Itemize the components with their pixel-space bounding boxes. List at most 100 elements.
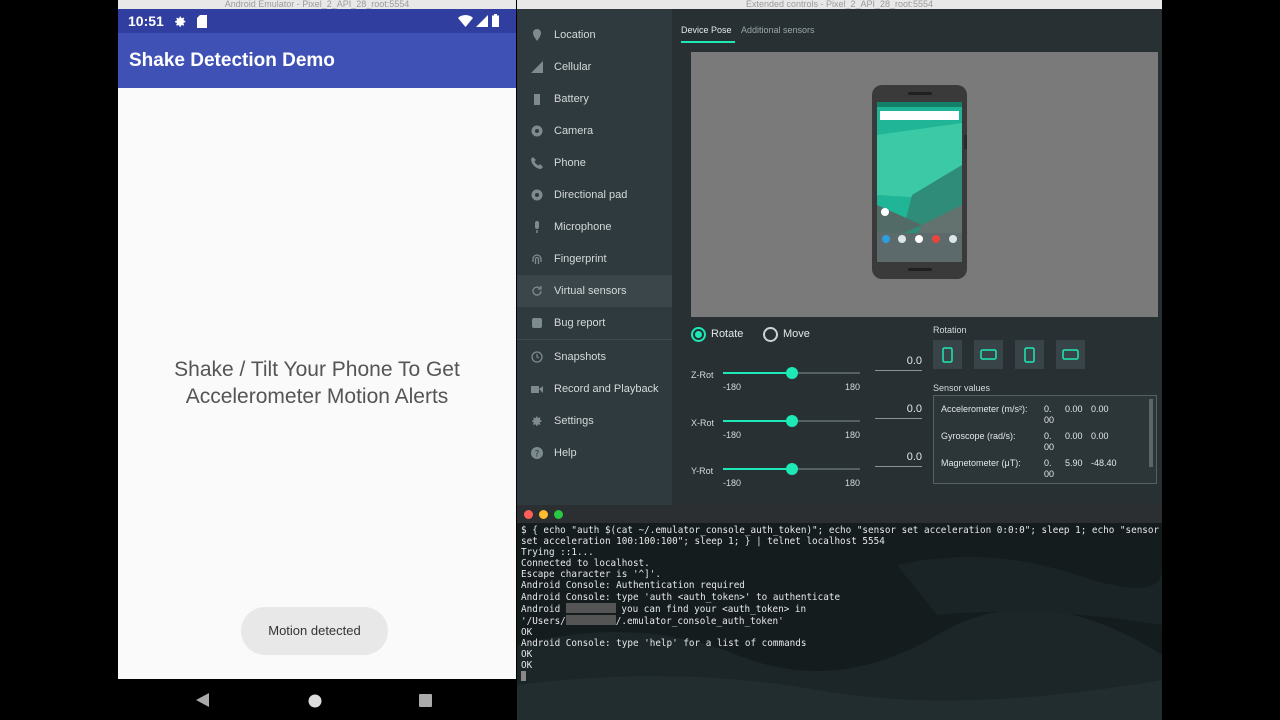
sensor-value-x: 0. xyxy=(1044,458,1052,468)
slider-thumb[interactable] xyxy=(785,367,798,379)
navigation-bar xyxy=(118,679,516,720)
sidebar-item-fingerprint[interactable]: Fingerprint xyxy=(517,243,672,275)
sidebar-item-battery[interactable]: Battery xyxy=(517,83,672,115)
rotate-portrait-button[interactable] xyxy=(933,340,962,369)
app-bar: Shake Detection Demo xyxy=(118,33,516,88)
android-emulator-window: Android Emulator - Pixel_2_API_28_root:5… xyxy=(118,0,516,720)
terminal-line-redacted: '/Users/ /.emulator_console_auth_token' xyxy=(521,614,1161,627)
video-icon xyxy=(531,386,543,393)
sd-card-icon xyxy=(197,15,207,28)
slider-label: Y-Rot xyxy=(691,466,714,476)
active-tab-indicator xyxy=(681,41,735,43)
sidebar-item-settings[interactable]: Settings xyxy=(517,405,672,437)
rotate-reverse-landscape-button[interactable] xyxy=(1056,340,1085,369)
sensor-value-x: 0. xyxy=(1044,431,1052,441)
sidebar-item-bug-report[interactable]: Bug report xyxy=(517,307,672,339)
sidebar-item-label: Snapshots xyxy=(554,351,606,363)
z-rot-slider[interactable] xyxy=(723,367,860,379)
sidebar-item-phone[interactable]: Phone xyxy=(517,147,672,179)
sidebar-item-directional-pad[interactable]: Directional pad xyxy=(517,179,672,211)
instruction-line-2: Accelerometer Motion Alerts xyxy=(185,385,449,408)
back-icon[interactable] xyxy=(196,693,209,707)
sensor-value-y: 5.90 xyxy=(1065,458,1083,468)
slider-thumb[interactable] xyxy=(785,415,798,427)
tab-device-pose[interactable]: Device Pose xyxy=(681,25,732,35)
sensor-value-y: 0.00 xyxy=(1065,431,1083,441)
sidebar-item-label: Phone xyxy=(554,157,586,169)
sidebar-item-label: Bug report xyxy=(554,317,606,329)
slider-thumb[interactable] xyxy=(785,463,798,475)
z-rot-value-field[interactable]: 0.0 xyxy=(875,355,922,371)
sensor-value-z: 0.00 xyxy=(1091,431,1109,441)
sidebar-item-record-and-playback[interactable]: Record and Playback xyxy=(517,373,672,405)
gear-icon xyxy=(175,16,186,27)
sensor-values-scrollbar[interactable] xyxy=(1149,399,1153,467)
radio-selected-indicator xyxy=(691,327,706,342)
virtual-sensors-panel: Device Pose Additional sensors Rotate Mo… xyxy=(672,9,1162,505)
rotate-reverse-portrait-button[interactable] xyxy=(1015,340,1044,369)
terminal-line: OK xyxy=(521,626,533,638)
terminal-output[interactable]: $ { echo "auth $(cat ~/.emulator_console… xyxy=(521,525,1161,682)
zoom-window-button[interactable] xyxy=(554,510,563,519)
help-icon: ? xyxy=(531,447,543,459)
recents-icon[interactable] xyxy=(419,694,432,707)
tab-additional-sensors[interactable]: Additional sensors xyxy=(741,25,815,35)
terminal-line: Android Console: type 'help' for a list … xyxy=(521,637,807,649)
history-icon xyxy=(531,351,543,363)
sidebar-item-camera[interactable]: Camera xyxy=(517,115,672,147)
device-pose-viewport[interactable] xyxy=(691,52,1158,317)
battery-icon xyxy=(492,14,499,27)
extended-controls-window: Extended controls - Pixel_2_API_28_root:… xyxy=(517,0,1162,505)
y-rot-value-field[interactable]: 0.0 xyxy=(875,451,922,467)
slider-min-label: -180 xyxy=(723,430,742,440)
sidebar-item-label: Microphone xyxy=(554,221,612,233)
sensor-name: Accelerometer (m/s²): xyxy=(941,404,1028,414)
terminal-line: $ { echo "auth $(cat ~/.emulator_console… xyxy=(521,525,1160,536)
terminal-window: $ { echo "auth $(cat ~/.emulator_console… xyxy=(517,505,1162,720)
slider-max-label: 180 xyxy=(845,478,861,488)
slider-max-label: 180 xyxy=(845,382,861,392)
sidebar-item-virtual-sensors[interactable]: Virtual sensors xyxy=(517,275,672,307)
sidebar-item-help[interactable]: ? Help xyxy=(517,437,672,469)
location-pin-icon xyxy=(533,29,541,41)
x-rot-slider[interactable] xyxy=(723,415,860,427)
dpad-icon xyxy=(531,189,543,201)
terminal-line: OK xyxy=(521,649,533,661)
sensor-value-x-cont: 00 xyxy=(1044,469,1055,479)
radio-unselected-indicator xyxy=(763,327,778,342)
sidebar-item-snapshots[interactable]: Snapshots xyxy=(517,341,672,373)
sensor-name: Gyroscope (rad/s): xyxy=(941,431,1016,441)
terminal-line-redacted: Android you can find your <auth_token> i… xyxy=(521,602,1161,615)
sidebar-item-cellular[interactable]: Cellular xyxy=(517,51,672,83)
sensor-value-z: 0.00 xyxy=(1091,404,1109,414)
toast-message: Motion detected xyxy=(241,607,388,655)
rotation-label: Rotation xyxy=(933,325,967,335)
rotate-landscape-button[interactable] xyxy=(974,340,1003,369)
sidebar-item-label: Fingerprint xyxy=(554,253,607,265)
move-radio-label: Move xyxy=(783,328,810,340)
slider-fill xyxy=(723,468,792,470)
sidebar-item-label: Battery xyxy=(554,93,589,105)
y-rot-slider[interactable] xyxy=(723,463,860,475)
status-clock: 10:51 xyxy=(128,13,164,29)
rotate-radio-label: Rotate xyxy=(711,328,744,340)
sensor-values-box: Accelerometer (m/s²): 0. 00 0.00 0.00 Gy… xyxy=(933,395,1157,484)
terminal-line: Escape character is '^]'. xyxy=(521,569,661,581)
terminal-line-suffix: /.emulator_console_auth_token' xyxy=(615,615,784,627)
close-window-button[interactable] xyxy=(524,510,533,519)
minimize-window-button[interactable] xyxy=(539,510,548,519)
terminal-line-prefix: '/Users/ xyxy=(521,615,566,627)
slider-min-label: -180 xyxy=(723,382,742,392)
wifi-icon xyxy=(458,15,473,27)
signal-icon xyxy=(476,15,488,27)
terminal-cursor xyxy=(521,671,526,682)
x-rot-value-field[interactable]: 0.0 xyxy=(875,403,922,419)
sidebar: Location Cellular Battery Camera Phone D… xyxy=(517,9,672,505)
home-icon[interactable] xyxy=(308,694,322,708)
sensor-name: Magnetometer (μT): xyxy=(941,458,1021,468)
terminal-line: Android Console: type 'auth <auth_token>… xyxy=(521,591,841,603)
sidebar-item-microphone[interactable]: Microphone xyxy=(517,211,672,243)
sidebar-item-location[interactable]: Location xyxy=(517,19,672,51)
landscape-icon xyxy=(980,349,997,360)
bug-icon xyxy=(532,318,542,328)
